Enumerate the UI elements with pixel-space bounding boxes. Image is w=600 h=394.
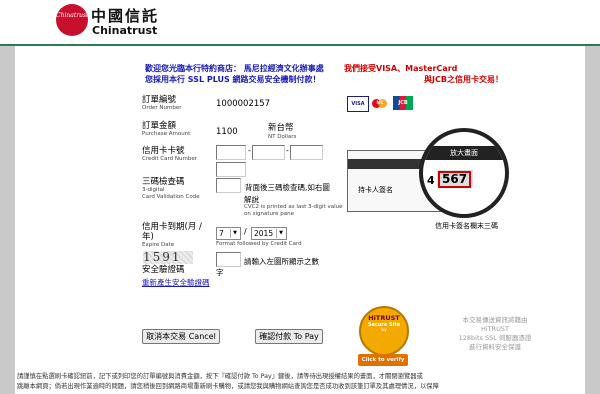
seal-brand: HiTRUST xyxy=(368,314,400,322)
captcha-label: 安全驗證碼 xyxy=(142,265,185,275)
trust-note-line1: 本交易傳送資訊將藉由 xyxy=(462,316,528,324)
confirm-payment-button[interactable]: 確認付款 To Pay xyxy=(255,329,323,344)
trust-note-line3: 128bits SSL 伺服器憑證 xyxy=(458,334,532,342)
captcha-hint: 請輸入左圖所顯示之數 xyxy=(244,257,319,266)
cvc-illustration: 持卡人簽名 放大畫面 4 567 信用卡簽名欄末三碼 xyxy=(337,128,567,258)
cancel-button[interactable]: 取消本交易 Cancel xyxy=(142,329,220,344)
captcha-hint-end: 字 xyxy=(216,268,224,277)
jcb-card-icon: JCB xyxy=(393,96,413,110)
cvc-label: 三碼檢查碼 xyxy=(142,177,185,187)
visa-card-icon: VISA xyxy=(347,96,369,112)
hitrust-seal[interactable]: HiTRUST Secure Site by Click to verify xyxy=(358,302,409,370)
trust-note-line2: HiTRUST xyxy=(480,325,510,333)
footer-notice: 請謹慎在點選刷卡確認鈕前，記下或列印您的訂單編號與消費金額，按下『確認付款 To… xyxy=(17,372,583,392)
order-number-label: 訂單編號 xyxy=(142,95,177,105)
card-number-field-3[interactable] xyxy=(290,145,323,160)
expiry-format-note: Format followed by Credit Card xyxy=(216,241,302,247)
order-number-value: 1000002157 xyxy=(216,99,271,109)
footer-line1: 請謹慎在點選刷卡確認鈕前，記下或列印您的訂單編號與消費金額，按下『確認付款 To… xyxy=(17,373,423,380)
mastercard-icon: MC xyxy=(370,96,390,110)
card-holder-label: 持卡人簽名 xyxy=(358,186,393,194)
seal-verify: Click to verify xyxy=(358,354,408,366)
seal-by: by xyxy=(381,328,387,333)
card-number-separator: - xyxy=(286,146,289,155)
chevron-down-icon: ▼ xyxy=(230,229,239,238)
footer-line2: 跳離本網頁；倘若出現作業逾時的問題，請您稍後回到網路商場重新刷卡購物，或請您我與… xyxy=(17,383,439,390)
cvc-sublabel-2: Card Validation Code xyxy=(142,194,200,200)
amount-sublabel: Purchase Amount xyxy=(142,131,191,137)
expiry-year-select[interactable]: 2015 ▼ xyxy=(251,227,287,240)
magnifier-circle: 放大畫面 4 567 xyxy=(419,128,509,218)
zoom-title: 放大畫面 xyxy=(423,146,505,160)
currency-label: 新台幣 xyxy=(268,123,294,133)
card-number-field-4[interactable] xyxy=(216,162,246,177)
accept-cards-line1: 我們接受VISA、MasterCard xyxy=(344,64,458,73)
card-number-separator: - xyxy=(248,146,251,155)
card-number-field-2[interactable] xyxy=(252,145,285,160)
brand-name-en: Chinatrust xyxy=(92,24,158,37)
ssl-line: 您採用本行 SSL PLUS 網路交易安全機制付款！ xyxy=(145,75,321,84)
card-number-field-1[interactable] xyxy=(216,145,246,160)
amount-value: 1100 xyxy=(216,127,238,137)
expiry-sublabel: Expire Date xyxy=(142,242,175,248)
chevron-down-icon: ▼ xyxy=(276,229,285,238)
expiry-month-select[interactable]: 7 ▼ xyxy=(216,227,241,240)
seal-badge: HiTRUST Secure Site by xyxy=(359,306,409,356)
card-number-label: 信用卡卡號 xyxy=(142,146,185,156)
header: Chinatrust 中國信託 Chinatrust xyxy=(0,0,600,44)
expiry-label: 信用卡到期(月 / 年) xyxy=(142,222,202,242)
payment-panel: 歡迎您光臨本行特約商店： 馬尼拉經濟文化辦事處 您採用本行 SSL PLUS 網… xyxy=(15,46,585,394)
card-number-sublabel: Credit Card Number xyxy=(142,156,197,162)
welcome-line: 歡迎您光臨本行特約商店： 馬尼拉經濟文化辦事處 xyxy=(145,64,324,73)
cvc-sublabel-1: 3-digital xyxy=(142,187,165,193)
captcha-field[interactable] xyxy=(216,252,241,267)
trust-note: 本交易傳送資訊將藉由 HiTRUST 128bits SSL 伺服器憑證 進行資… xyxy=(445,316,545,352)
cvc-prefix-digit: 4 xyxy=(427,174,435,187)
brand-name-cn: 中國信託 xyxy=(91,7,160,25)
captcha-image: 1591 xyxy=(143,251,193,264)
expiry-separator: / xyxy=(244,227,247,236)
cvc-digits: 567 xyxy=(438,171,472,188)
currency-sublabel: NT Dollars xyxy=(268,134,297,140)
cvc-caption: 信用卡簽名欄末三碼 xyxy=(435,222,498,230)
captcha-refresh-link[interactable]: 重新產生安全驗證碼 xyxy=(142,278,217,288)
cvc-hint: 背面後三碼檢查碼,如右圖 xyxy=(245,183,330,192)
order-number-sublabel: Order Number xyxy=(142,105,182,111)
amount-label: 訂單金額 xyxy=(142,121,177,131)
cvc-field[interactable] xyxy=(216,178,241,193)
chinatrust-logo: Chinatrust xyxy=(56,4,88,36)
cvc-english-note: CVC2 is printed as last 3-digit value on… xyxy=(244,204,343,217)
accept-cards-line2: 與JCB之信用卡交易！ xyxy=(424,75,503,84)
trust-note-line4: 進行資料安全保護 xyxy=(469,343,521,351)
